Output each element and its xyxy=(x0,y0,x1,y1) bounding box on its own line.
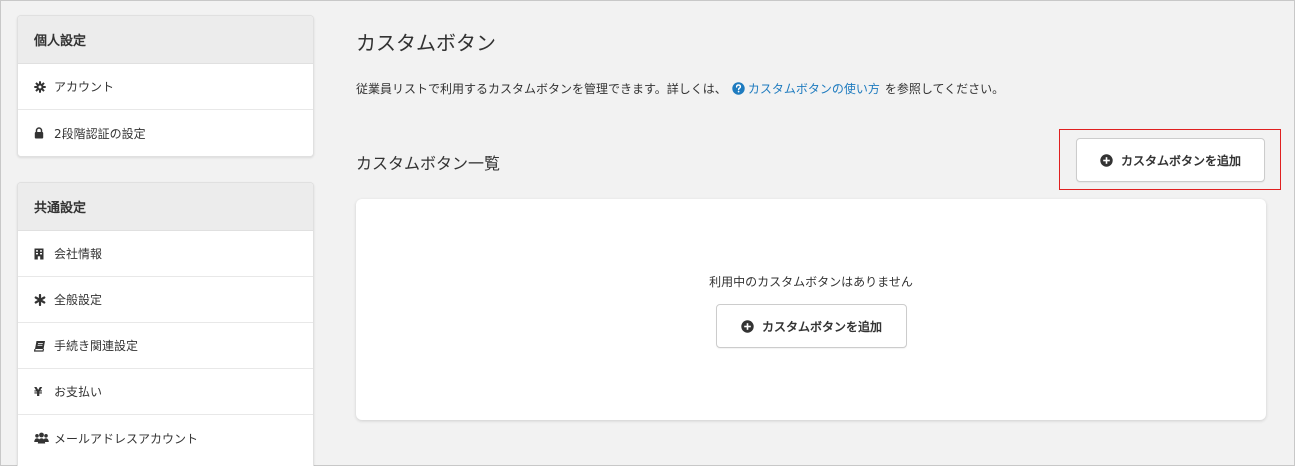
sidebar-item-email-accounts[interactable]: メールアドレスアカウント xyxy=(18,415,313,461)
sidebar-item-label: メールアドレスアカウント xyxy=(54,431,199,446)
description-text: 従業員リストで利用するカスタムボタンを管理できます。詳しくは、 xyxy=(356,82,727,96)
book-icon xyxy=(34,340,52,352)
sidebar-item-account[interactable]: アカウント xyxy=(18,64,313,110)
sidebar-item-payment[interactable]: ¥ お支払い xyxy=(18,369,313,415)
plus-circle-icon xyxy=(1100,153,1113,167)
help-link[interactable]: カスタムボタンの使い方 xyxy=(748,80,880,97)
common-settings-heading: 共通設定 xyxy=(18,183,313,231)
page-title: カスタムボタン xyxy=(356,31,496,55)
sidebar-item-label: 会社情報 xyxy=(54,247,103,261)
empty-add-custom-button[interactable]: カスタムボタンを追加 xyxy=(716,304,907,348)
description-suffix: を参照してください。 xyxy=(884,82,1005,96)
sidebar-item-label: 2段階認証の設定 xyxy=(54,126,146,141)
asterisk-icon xyxy=(34,293,52,306)
plus-circle-icon xyxy=(741,319,754,333)
page-description: 従業員リストで利用するカスタムボタンを管理できます。詳しくは、 カスタムボタンの… xyxy=(356,80,1004,97)
sidebar-item-two-factor[interactable]: 2段階認証の設定 xyxy=(18,110,313,156)
sidebar-item-company-info[interactable]: 会社情報 xyxy=(18,231,313,277)
gear-icon xyxy=(34,80,52,93)
personal-settings-panel: 個人設定 アカウント 2段階認証の設定 xyxy=(17,15,314,157)
common-settings-panel: 共通設定 会社情報 全般設定 手続き関連設定 ¥ お支払い メールアドレスアカウ… xyxy=(17,182,314,466)
lock-icon xyxy=(34,127,52,139)
sidebar-item-label: 手続き関連設定 xyxy=(54,339,139,353)
users-icon xyxy=(34,432,52,444)
sidebar-item-label: 全般設定 xyxy=(54,293,103,307)
building-icon xyxy=(34,248,52,260)
sidebar-item-procedure-settings[interactable]: 手続き関連設定 xyxy=(18,323,313,369)
list-title: カスタムボタン一覧 xyxy=(356,154,501,173)
add-custom-button[interactable]: カスタムボタンを追加 xyxy=(1076,138,1265,182)
add-custom-button-label: カスタムボタンを追加 xyxy=(1120,153,1241,168)
custom-button-list: 利用中のカスタムボタンはありません カスタムボタンを追加 xyxy=(356,199,1266,420)
empty-message: 利用中のカスタムボタンはありません xyxy=(709,275,913,289)
app-frame: 個人設定 アカウント 2段階認証の設定 共通設定 会社情報 全般設定 手続き関連… xyxy=(0,0,1295,466)
empty-add-custom-button-label: カスタムボタンを追加 xyxy=(761,319,882,334)
yen-icon: ¥ xyxy=(34,384,43,399)
sidebar-item-general-settings[interactable]: 全般設定 xyxy=(18,277,313,323)
sidebar-item-label: アカウント xyxy=(54,80,115,94)
question-circle-icon xyxy=(732,82,745,95)
personal-settings-heading: 個人設定 xyxy=(18,16,313,64)
sidebar-item-label: お支払い xyxy=(54,385,103,399)
